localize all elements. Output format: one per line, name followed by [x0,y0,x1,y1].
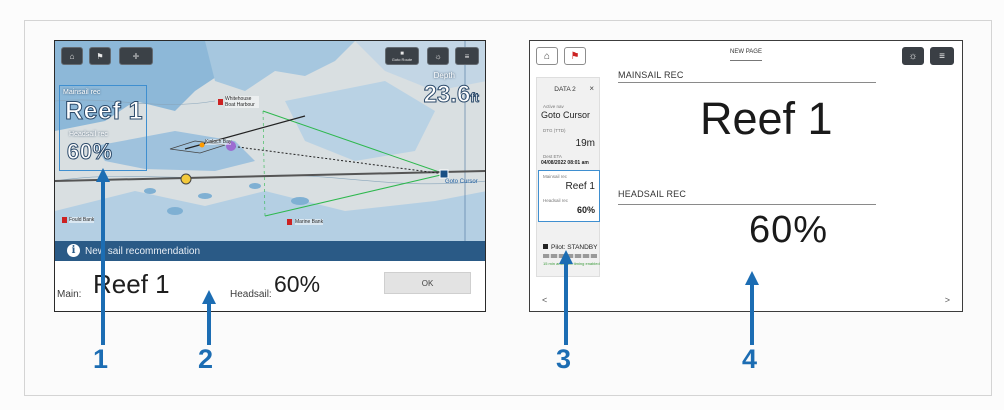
callout-number: 3 [556,344,572,374]
callout-number: 1 [93,344,109,374]
callout-number: 2 [198,344,214,374]
canvas: ⌂ ⚑ ✛ ■ Goto Route ☼ ≡ Mainsail rec Reef … [0,0,1004,410]
callout-number: 4 [742,344,758,374]
callout-arrows [96,168,759,345]
